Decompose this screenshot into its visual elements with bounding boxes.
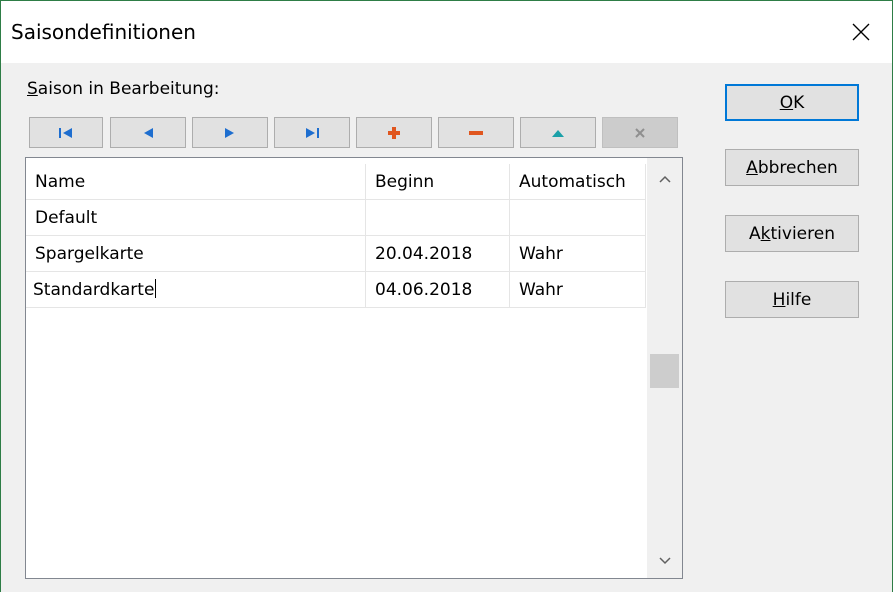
activate-button[interactable]: Aktivieren [725, 215, 859, 252]
activate-button-label: Aktivieren [749, 223, 835, 244]
help-button[interactable]: Hilfe [725, 281, 859, 318]
next-record-icon [225, 127, 234, 138]
title-bar: Saisondefinitionen [1, 1, 892, 63]
cell-name[interactable]: Default [26, 200, 366, 236]
column-header-beginn[interactable]: Beginn [366, 164, 510, 200]
saison-label-text: aison in Bearbeitung: [37, 79, 220, 99]
scroll-thumb[interactable] [650, 354, 679, 388]
x-icon [635, 127, 645, 138]
text-caret [155, 279, 157, 298]
cell-edit-text[interactable]: Standardkarte [33, 280, 154, 300]
last-record-button[interactable] [274, 117, 350, 148]
prior-record-icon [144, 127, 153, 138]
saison-label: Saison in Bearbeitung: [27, 79, 220, 99]
cell-beginn[interactable]: 20.04.2018 [366, 236, 510, 272]
grid-header-row: Name Beginn Automatisch [26, 164, 646, 200]
dialog-window: Saisondefinitionen Saison in Bearbeitung… [0, 0, 893, 592]
first-record-icon [59, 127, 72, 138]
first-record-button[interactable] [29, 117, 103, 148]
window-title: Saisondefinitionen [11, 20, 196, 44]
saison-label-accel: S [27, 79, 38, 99]
cell-automatisch[interactable] [510, 200, 646, 236]
minus-icon [469, 130, 483, 135]
season-grid[interactable]: Name Beginn Automatisch Default Spargelk… [25, 157, 683, 579]
triangle-up-icon [552, 129, 564, 137]
table-row[interactable]: Standardkarte 04.06.2018 Wahr [26, 272, 646, 308]
close-button[interactable] [830, 1, 892, 63]
edit-record-button[interactable] [520, 117, 596, 148]
close-icon [852, 23, 870, 41]
plus-icon [388, 126, 400, 139]
cell-beginn[interactable]: 04.06.2018 [366, 272, 510, 308]
cell-automatisch[interactable]: Wahr [510, 236, 646, 272]
help-button-label: Hilfe [772, 289, 812, 310]
cancel-button[interactable]: Abbrechen [725, 149, 859, 186]
ok-button-label: OK [779, 92, 805, 113]
column-header-name[interactable]: Name [26, 164, 366, 200]
cancel-edit-button[interactable] [602, 117, 678, 148]
cell-beginn[interactable] [366, 200, 510, 236]
ok-button[interactable]: OK [725, 84, 859, 121]
delete-record-button[interactable] [438, 117, 514, 148]
scroll-up-button[interactable] [647, 162, 682, 196]
last-record-icon [306, 127, 319, 138]
scroll-down-button[interactable] [647, 544, 682, 578]
cell-name[interactable]: Spargelkarte [26, 236, 366, 272]
column-header-automatisch[interactable]: Automatisch [510, 164, 646, 200]
table-row[interactable]: Default [26, 200, 646, 236]
next-record-button[interactable] [192, 117, 268, 148]
chevron-up-icon [658, 175, 671, 183]
prior-record-button[interactable] [110, 117, 186, 148]
vertical-scrollbar[interactable] [647, 158, 682, 578]
cell-name-editing[interactable]: Standardkarte [26, 272, 366, 308]
cell-automatisch[interactable]: Wahr [510, 272, 646, 308]
insert-record-button[interactable] [356, 117, 432, 148]
chevron-down-icon [658, 557, 671, 565]
table-row[interactable]: Spargelkarte 20.04.2018 Wahr [26, 236, 646, 272]
cancel-button-label: Abbrechen [746, 157, 838, 178]
